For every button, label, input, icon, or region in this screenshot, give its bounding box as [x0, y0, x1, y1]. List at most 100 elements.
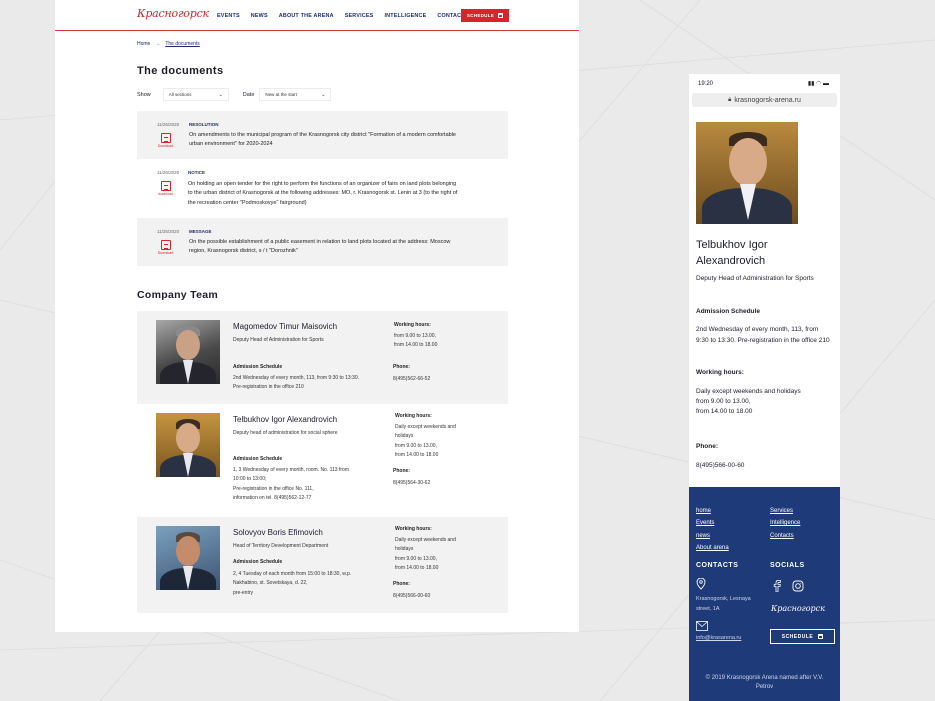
address: Krasnogorsk, Lesnaya street, 1A — [696, 595, 751, 614]
footer-logo[interactable]: Красногорск — [771, 604, 825, 613]
phone-label: Phone: — [393, 581, 410, 587]
phone-number[interactable]: 8(495)564-30-62 — [393, 479, 430, 488]
document-item[interactable]: 11/26/2020 RESOLUTION Download On amendm… — [137, 111, 508, 159]
site-logo[interactable]: Красногорск — [137, 7, 209, 20]
pdf-file-icon — [160, 240, 171, 250]
schedule-label: Admission Schedule — [233, 364, 283, 370]
top-navigation: Красногорск EVENTS NEWS ABOUT THE ARENA … — [55, 0, 579, 31]
facebook-icon[interactable] — [772, 580, 782, 592]
hours-label: Working hours: — [395, 526, 432, 532]
pdf-download[interactable]: download — [157, 181, 174, 196]
phone-number[interactable]: 8(495)566-00-60 — [696, 462, 744, 469]
schedule-label: Admission Schedule — [233, 456, 283, 462]
phone-status-bar: 19:20 ▮▮ ◠ ▬ — [689, 74, 840, 93]
breadcrumb-home[interactable]: Home — [137, 41, 150, 47]
member-role: Deputy head of administration for social… — [233, 430, 338, 436]
pdf-file-icon — [160, 181, 171, 191]
member-role: Deputy Head of Administration for Sports — [233, 337, 324, 343]
team-member-card: Magomedov Timur Maisovich Deputy Head of… — [137, 311, 508, 404]
schedule-line: 2nd Wednesday of every month, 113, from … — [233, 375, 360, 381]
show-label: Show — [137, 91, 151, 98]
hours-line: holidays — [395, 433, 414, 440]
member-role: Head of Territory Development Department — [233, 543, 329, 549]
phone-label: Phone: — [696, 443, 719, 450]
hours-line: from 14.00 to 18.00 — [696, 408, 753, 415]
socials-heading: SOCIALS — [770, 562, 805, 569]
document-date: 11/25/2020 — [157, 229, 180, 234]
phone-number[interactable]: 8(495)566-00-60 — [393, 592, 430, 601]
pdf-file-icon — [160, 133, 171, 143]
nav-intelligence[interactable]: INTELLIGENCE — [384, 13, 426, 19]
section-select[interactable]: All sections ⌄ — [162, 88, 229, 101]
schedule-text: 2nd Wednesday of every month, 113, from … — [233, 374, 393, 393]
date-label: Date — [242, 91, 255, 98]
schedule-label: Admission Schedule — [233, 559, 283, 565]
pdf-download[interactable]: Download — [157, 133, 174, 148]
schedule-line: 2, 4 Tuesday of each month from 15:00 to… — [233, 571, 352, 577]
hours-line: holidays — [395, 546, 414, 553]
hours-line: from 9.00 to 13.00, — [394, 333, 436, 339]
document-title-line: On the possible establishment of a publi… — [189, 239, 451, 245]
schedule-line: 9:30 to 13:30. Pre-registration in the o… — [696, 336, 830, 344]
footer-email[interactable]: info@krasarena.ru — [696, 635, 741, 641]
member-photo — [156, 320, 220, 384]
hours-line: from 14.00 to 18.00 — [394, 342, 438, 349]
footer-link-news[interactable]: news — [696, 533, 710, 539]
footer-link-contacts[interactable]: Contacts — [770, 533, 794, 539]
address-line: street, 1A — [696, 605, 720, 612]
download-label: download — [158, 192, 173, 196]
schedule-text: 2, 4 Tuesday of each month from 15:00 to… — [233, 570, 393, 598]
mobile-page: 19:20 ▮▮ ◠ ▬ 🔒︎ krasnogorsk-arena.ru Tel… — [689, 74, 840, 701]
date-select[interactable]: New at the start ⌄ — [259, 88, 332, 101]
team-member-card: Telbukhov Igor Alexandrovich Deputy head… — [137, 404, 508, 517]
instagram-icon[interactable] — [792, 580, 804, 592]
member-photo — [696, 122, 798, 224]
nav-services[interactable]: SERVICES — [345, 13, 374, 19]
footer-schedule-label: SCHEDULE — [781, 633, 814, 640]
calendar-icon — [498, 13, 504, 18]
hours-line: from 9.00 to 13.00, — [395, 442, 437, 449]
phone-number[interactable]: 8(495)562-66-52 — [393, 375, 430, 384]
document-item[interactable]: 11/25/2020 MESSAGE Download On the possi… — [137, 218, 508, 266]
section-select-value: All sections — [168, 92, 192, 97]
schedule-line: 10:00 to 13:00; — [233, 476, 267, 483]
footer-link-events[interactable]: Events — [696, 520, 714, 526]
nav-news[interactable]: NEWS — [251, 13, 268, 19]
footer-schedule-button[interactable]: SCHEDULE — [770, 629, 835, 644]
breadcrumb-current[interactable]: The documents — [165, 41, 199, 47]
page-title: The documents — [137, 65, 224, 77]
document-title-line: On holding an open tender for the right … — [188, 181, 457, 187]
nav-events[interactable]: EVENTS — [217, 13, 240, 19]
document-title[interactable]: On the possible establishment of a publi… — [189, 238, 489, 257]
desktop-page: Красногорск EVENTS NEWS ABOUT THE ARENA … — [55, 0, 579, 632]
hours-line: from 9.00 to 13.00, — [696, 398, 751, 405]
schedule-text: 1, 3 Wednesday of every month, room. No.… — [233, 466, 393, 503]
download-label: Download — [157, 251, 174, 255]
pdf-download[interactable]: Download — [157, 240, 174, 255]
hours-text: from 9.00 to 13.00, from 14.00 to 18.00 — [394, 332, 437, 351]
download-label: Download — [157, 144, 174, 148]
phone-label: Phone: — [393, 468, 410, 474]
team-member-card: Solovyov Boris Efimovich Head of Territo… — [137, 517, 508, 613]
nav-about[interactable]: ABOUT THE ARENA — [279, 13, 334, 19]
contacts-heading: CONTACTS — [696, 562, 739, 569]
footer-link-about[interactable]: About arena — [696, 545, 729, 551]
document-type: RESOLUTION — [189, 122, 219, 127]
hours-text: Daily except weekends and holidays from … — [696, 387, 801, 417]
main-menu: EVENTS NEWS ABOUT THE ARENA SERVICES INT… — [217, 13, 469, 19]
document-type: MESSAGE — [189, 229, 212, 234]
member-name: Telbukhov Igor Alexandrovich — [233, 415, 338, 424]
footer-link-intelligence[interactable]: Intelligence — [770, 520, 800, 526]
footer-link-services[interactable]: Services — [770, 508, 793, 514]
document-date: 11/26/2020 — [157, 170, 180, 175]
member-name-line: Alexandrovich — [696, 255, 766, 267]
hours-text: Daily except weekends and holidays from … — [395, 423, 456, 460]
schedule-button[interactable]: SCHEDULE — [461, 9, 509, 22]
document-title[interactable]: On amendments to the municipal program o… — [189, 131, 489, 150]
document-title[interactable]: On holding an open tender for the right … — [188, 180, 488, 208]
document-item[interactable]: 11/26/2020 NOTICE download On holding an… — [137, 159, 508, 218]
address-bar[interactable]: 🔒︎ krasnogorsk-arena.ru — [692, 93, 837, 107]
schedule-line: Pre-registration in the office No. 111, — [233, 485, 314, 492]
footer-link-home[interactable]: home — [696, 508, 711, 514]
hours-text: Daily except weekends and holidays from … — [395, 536, 456, 573]
